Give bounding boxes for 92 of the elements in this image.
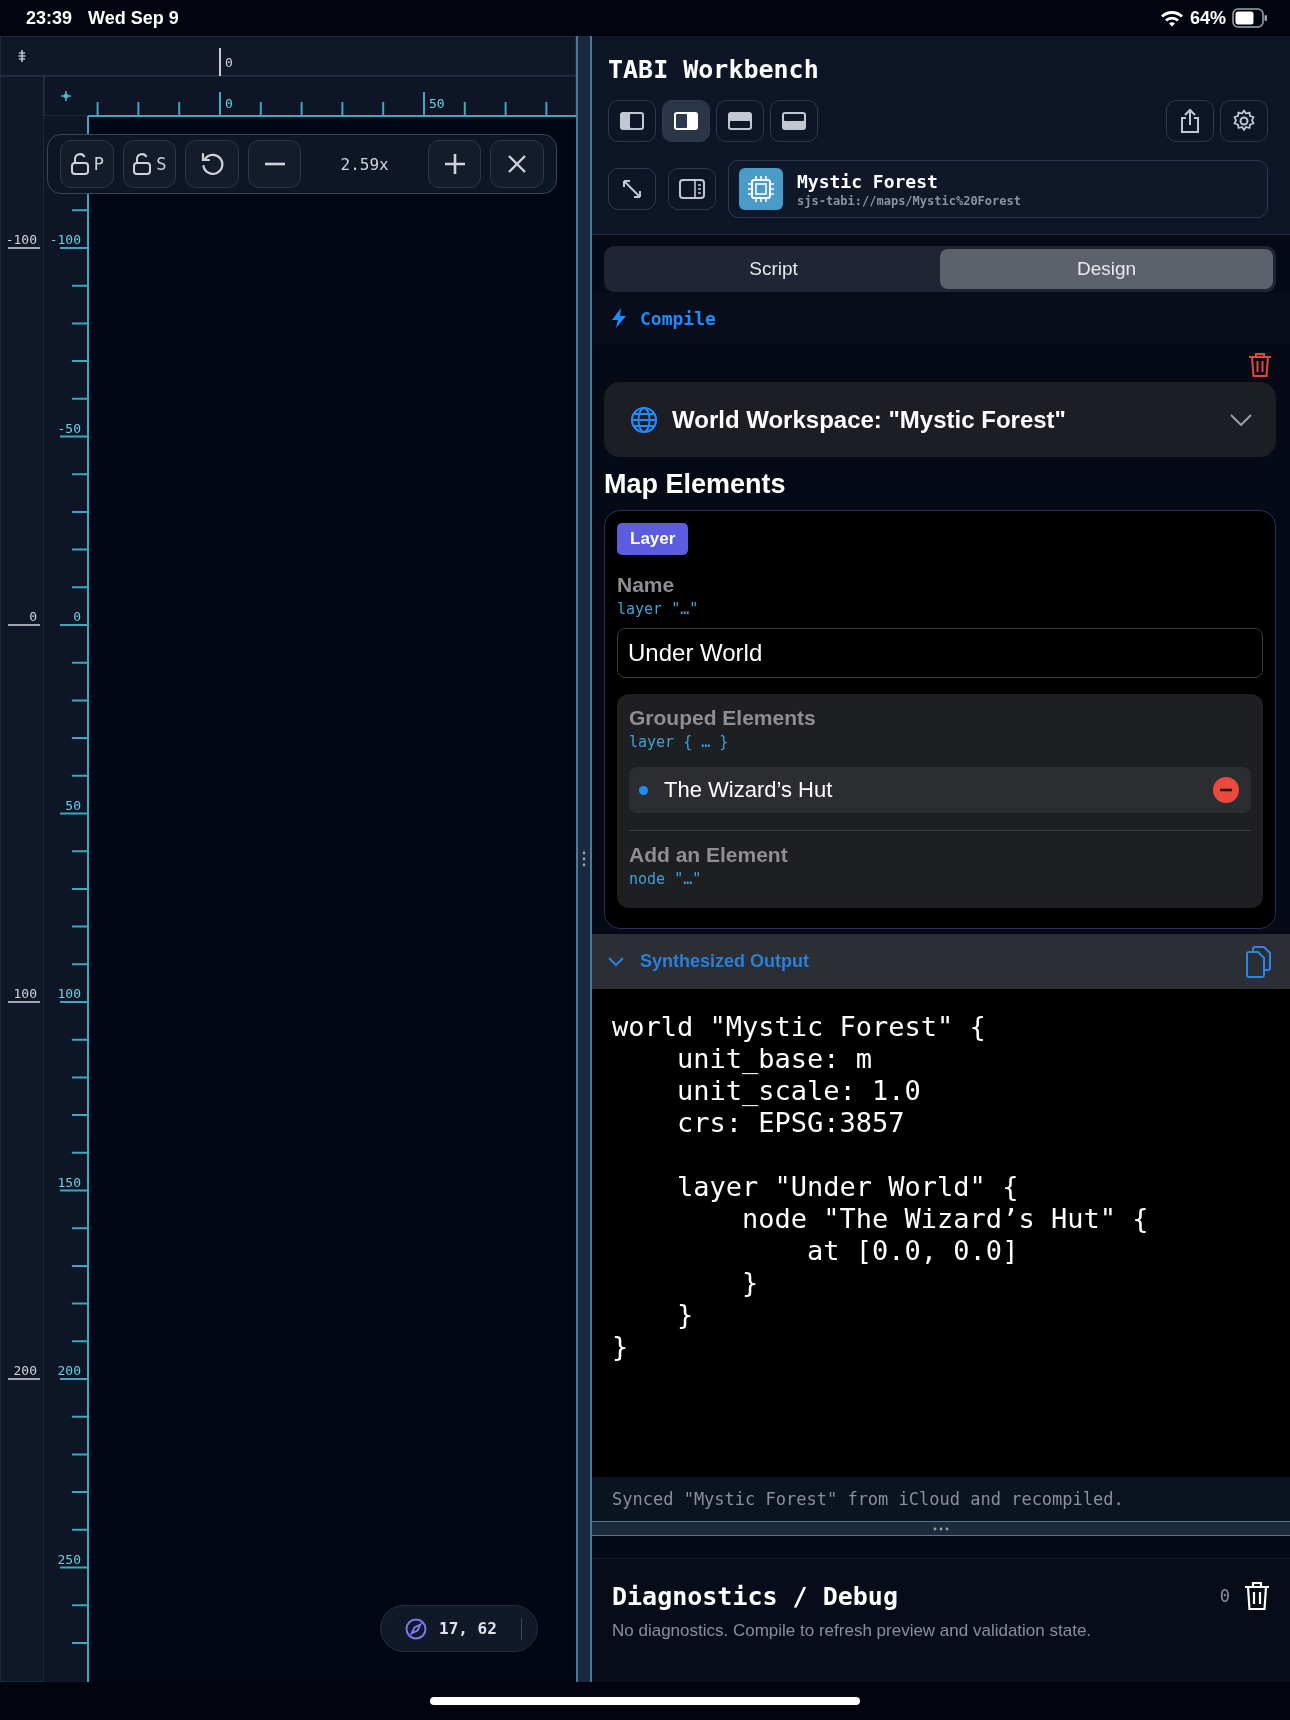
syntax-hint: layer "…" xyxy=(617,600,699,618)
diagnostics-count: 0 xyxy=(1219,1586,1230,1606)
crosshair-icon xyxy=(60,90,72,102)
name-field[interactable]: Under World xyxy=(617,628,1263,678)
section-heading: Map Elements xyxy=(604,468,787,501)
open-lock-icon xyxy=(132,153,153,175)
app-title: TABI Workbench xyxy=(608,54,820,86)
share-button[interactable] xyxy=(1166,100,1214,142)
ruler-label: 0 xyxy=(29,609,37,624)
document-url: sjs-tabi://maps/Mystic%20Forest xyxy=(797,193,1021,208)
bullet-icon xyxy=(639,785,648,795)
panel-splitter[interactable] xyxy=(576,36,592,1682)
compile-button[interactable]: Compile xyxy=(612,307,716,329)
layer-badge: Layer xyxy=(617,523,689,555)
reset-button[interactable] xyxy=(185,140,239,188)
workspace-disclosure[interactable]: World Workspace: "Mystic Forest" xyxy=(604,382,1276,457)
layout-button[interactable] xyxy=(716,100,764,142)
ruler-label: 150 xyxy=(57,1174,81,1190)
plus-icon xyxy=(443,153,466,175)
layout-button[interactable] xyxy=(662,100,710,142)
diagnostics-title: Diagnostics / Debug xyxy=(612,1581,899,1611)
ruler-tick xyxy=(7,247,41,249)
code-output: world "Mystic Forest" { unit_base: m unit_scale: 1.0 crs: EPSG:3857 layer "Under World" { node "The Wizard’s Hut" { at [0.0, 0.0] } } } xyxy=(612,1011,1150,1363)
ruler-label: 50 xyxy=(429,96,445,111)
ruler-label: 250 xyxy=(57,1551,81,1567)
document-name: Mystic Forest xyxy=(797,170,939,192)
field-label: Add an Element xyxy=(629,843,788,867)
resize-bar[interactable] xyxy=(592,1521,1290,1536)
syntax-hint: layer { … } xyxy=(629,733,729,751)
ruler-label: 50 xyxy=(65,797,81,813)
element-name: The Wizard’s Hut xyxy=(664,777,834,803)
layout-icon xyxy=(727,111,753,131)
remove-icon[interactable] xyxy=(1213,777,1239,803)
layout-icon xyxy=(781,111,807,131)
drag-handle-icon[interactable] xyxy=(933,1526,949,1531)
document-card[interactable]: Mystic Forest sjs-tabi://maps/Mystic%20Forest xyxy=(728,160,1268,218)
diagnostics-message: No diagnostics. Compile to refresh preview and validation state. xyxy=(612,1621,1093,1641)
wifi-icon xyxy=(1159,9,1184,27)
zoom-in-button[interactable] xyxy=(427,140,482,188)
coordinates: 17, 62 xyxy=(439,1619,497,1638)
ruler-label: 0 xyxy=(225,96,233,111)
syntax-hint: node "…" xyxy=(629,870,702,888)
mode-tab[interactable]: Design xyxy=(940,249,1273,289)
drag-handle-icon[interactable] xyxy=(582,851,586,867)
ruler-label: -50 xyxy=(57,420,81,436)
ruler-label: 100 xyxy=(13,986,37,1001)
field-label: Name xyxy=(617,573,675,597)
element-row[interactable]: The Wizard’s Hut xyxy=(629,767,1251,813)
globe-icon xyxy=(630,405,658,434)
open-lock-icon xyxy=(69,153,90,175)
ruler-tick xyxy=(7,1378,41,1380)
ruler-label: 0 xyxy=(225,55,233,70)
bolt-icon xyxy=(612,308,626,328)
inspector-button[interactable] xyxy=(668,168,716,210)
status-time: 23:39 xyxy=(26,7,73,29)
layout-icon xyxy=(619,111,645,131)
sidebar-icon xyxy=(679,179,705,199)
ruler-label: -100 xyxy=(5,232,37,247)
chevron-down-icon xyxy=(1230,413,1252,426)
battery-icon xyxy=(1232,8,1268,28)
lock-button[interactable]: S xyxy=(122,140,177,188)
status-date: Wed Sep 9 xyxy=(88,7,179,29)
share-icon xyxy=(1179,108,1201,134)
ruler-tick xyxy=(7,624,41,626)
ruler-label: 100 xyxy=(57,986,81,1001)
layout-button[interactable] xyxy=(770,100,818,142)
close-icon xyxy=(507,154,528,174)
ruler-label: -100 xyxy=(49,232,81,247)
layout-icon xyxy=(673,111,699,131)
layout-button[interactable] xyxy=(608,100,656,142)
chip-icon xyxy=(739,168,783,210)
ruler-tick xyxy=(7,1001,41,1003)
compass-icon xyxy=(405,1617,427,1640)
expand-icon xyxy=(621,178,643,200)
ruler-label: 0 xyxy=(73,609,81,624)
ruler-label: 200 xyxy=(57,1363,81,1378)
close-button[interactable] xyxy=(490,140,544,188)
crosshair-icon xyxy=(17,49,27,63)
copy-icon[interactable] xyxy=(1244,945,1272,978)
mode-tab[interactable]: Script xyxy=(607,249,940,289)
field-label: Grouped Elements xyxy=(629,706,816,730)
status-message: Synced "Mystic Forest" from iCloud and recompiled. xyxy=(592,1477,1290,1521)
reset-icon xyxy=(199,151,225,177)
lock-button[interactable]: P xyxy=(60,140,114,188)
ruler-label: 200 xyxy=(13,1363,37,1378)
ruler-tick xyxy=(219,47,221,77)
battery-percent: 64% xyxy=(1189,7,1226,29)
expand-button[interactable] xyxy=(608,168,656,210)
zoom-level: 2.59x xyxy=(339,154,390,174)
settings-button[interactable] xyxy=(1220,100,1268,142)
settings-icon xyxy=(1232,109,1256,133)
minus-icon xyxy=(263,162,286,166)
